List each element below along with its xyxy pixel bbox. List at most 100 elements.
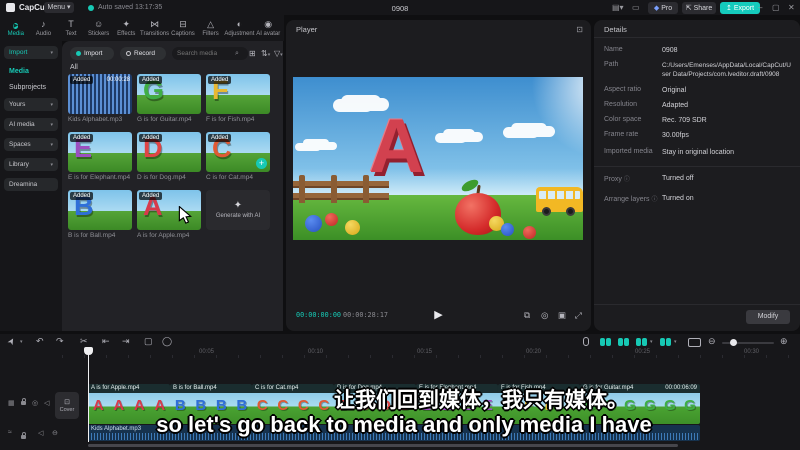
detail-label: Frame rate xyxy=(604,131,639,138)
maximize-button[interactable]: ▢ xyxy=(772,3,780,12)
panel-layout-icon[interactable]: ▭ xyxy=(632,3,640,12)
search-input[interactable] xyxy=(177,50,235,57)
tab-ai-avatar[interactable]: ◉ AI avatar xyxy=(254,19,282,37)
media-item-audio[interactable]: Added 00:00:28 Kids Alphabet.mp3 xyxy=(68,74,132,123)
share-icon: ⇱ xyxy=(685,5,692,12)
tab-captions[interactable]: ⊟ Captions xyxy=(169,19,197,37)
hide-track-icon[interactable]: ◎ xyxy=(32,399,38,407)
link-toggle-icon[interactable] xyxy=(600,338,611,346)
tab-media[interactable]: ▶ Media xyxy=(2,19,30,37)
sidebar-item-import[interactable]: Import ▾ xyxy=(4,46,58,59)
delete-icon[interactable]: ▢ xyxy=(144,336,153,347)
lock-track-icon[interactable] xyxy=(21,398,26,405)
keyframe-toggle-icon[interactable] xyxy=(660,338,671,346)
lock-track-icon[interactable] xyxy=(21,432,26,439)
share-button[interactable]: ⇱ Share xyxy=(682,2,716,14)
tab-filters[interactable]: △ Filters xyxy=(197,19,225,37)
generate-with-ai-tile[interactable]: ✦ Generate with AI xyxy=(206,190,270,230)
media-search[interactable]: ⌕ xyxy=(172,47,248,60)
media-item-d[interactable]: D Added D is for Dog.mp4 xyxy=(137,132,201,181)
cover-icon: ⊡ xyxy=(64,399,70,406)
media-item-b[interactable]: B Added B is for Ball.mp4 xyxy=(68,190,132,239)
close-button[interactable]: ✕ xyxy=(788,3,795,12)
mouse-cursor xyxy=(177,205,193,229)
audio-thumbnail: Added 00:00:28 xyxy=(68,74,132,114)
mute-track-icon[interactable]: ◁ xyxy=(44,399,49,407)
select-tool-icon[interactable]: ➤ xyxy=(5,335,18,347)
redo-icon[interactable]: ↷ xyxy=(56,336,64,347)
ball-yellow xyxy=(345,220,360,235)
magnet-toggle-icon[interactable] xyxy=(618,338,629,346)
video-thumbnail: C Added + xyxy=(206,132,270,172)
zoom-out-icon[interactable]: ⊖ xyxy=(708,336,716,347)
collapse-panel-icon[interactable]: ⊡ xyxy=(576,25,583,34)
media-item-c[interactable]: C Added + C is for Cat.mp4 xyxy=(206,132,270,181)
fullscreen-icon[interactable]: ⤢ xyxy=(575,310,582,321)
tab-transitions[interactable]: ⋈ Transitions xyxy=(140,19,169,37)
filter-all-label[interactable]: All xyxy=(70,64,78,71)
tab-stickers[interactable]: ☺ Stickers xyxy=(85,19,113,37)
tab-text[interactable]: T Text xyxy=(57,19,85,37)
sidebar-item-dreamina[interactable]: Dreamina xyxy=(4,178,58,191)
subtitle-english: so let's go back to media and only media… xyxy=(156,412,652,437)
added-badge: Added xyxy=(139,76,163,84)
export-button[interactable]: ↥ Export xyxy=(720,2,760,14)
sidebar-item-yours[interactable]: Yours ▾ xyxy=(4,98,58,111)
ratio-icon[interactable]: ▣ xyxy=(558,310,566,321)
media-item-e[interactable]: E Added E is for Elephant.mp4 xyxy=(68,132,132,181)
chevron-down-icon[interactable]: ▾ xyxy=(674,339,677,345)
mirror-preview-icon[interactable]: ⧉ xyxy=(524,310,530,321)
mic-icon[interactable] xyxy=(583,337,589,346)
media-item-f[interactable]: F Added F is for Fish.mp4 xyxy=(206,74,270,123)
pro-button[interactable]: ◆ Pro xyxy=(648,2,678,14)
video-preview[interactable]: A xyxy=(293,77,583,240)
split-icon[interactable]: ✂ xyxy=(80,336,88,347)
cloud xyxy=(511,123,547,134)
details-title: Details xyxy=(604,25,627,34)
tab-effects[interactable]: ✦ Effects xyxy=(112,19,140,37)
sidebar-item-spaces[interactable]: Spaces ▾ xyxy=(4,138,58,151)
horizontal-scrollbar[interactable] xyxy=(88,444,678,447)
tab-audio[interactable]: ♪ Audio xyxy=(30,19,58,37)
diamond-icon: ◆ xyxy=(653,5,660,12)
import-button[interactable]: Import xyxy=(70,47,114,60)
sidebar-item-ai-media[interactable]: AI media ▾ xyxy=(4,118,58,131)
focus-icon[interactable]: ◎ xyxy=(541,310,548,321)
clip-duration: 00:00:06:09 xyxy=(665,385,697,391)
collapse-track-icon[interactable]: ⊖ xyxy=(52,429,58,437)
grid-view-icon[interactable]: ⊞ xyxy=(249,49,256,58)
playhead-handle[interactable] xyxy=(84,347,93,355)
tab-adjustment[interactable]: ◐ Adjustment xyxy=(224,19,254,37)
cover-button[interactable]: ⊡ Cover xyxy=(55,392,79,419)
minimize-button[interactable]: – xyxy=(758,3,762,12)
sidebar-item-library[interactable]: Library ▾ xyxy=(4,158,58,171)
bus-wheel xyxy=(566,207,575,216)
sidebar-item-subprojects[interactable]: Subprojects xyxy=(9,84,46,91)
layout-toggle-icon[interactable]: ▤▾ xyxy=(612,3,624,12)
zoom-slider-handle[interactable] xyxy=(730,339,737,346)
add-to-timeline-button[interactable]: + xyxy=(256,158,267,169)
chevron-down-icon[interactable]: ▾ xyxy=(650,339,653,345)
undo-icon[interactable]: ↶ xyxy=(36,336,44,347)
autosave-status: Auto saved 13:17:35 xyxy=(98,4,163,11)
ai-sparkle-icon: ✦ xyxy=(233,200,243,211)
cloud xyxy=(303,139,329,147)
chevron-down-icon[interactable]: ▾ xyxy=(20,339,23,345)
audio-track-icon: ≈ xyxy=(8,429,12,436)
snap-toggle-icon[interactable] xyxy=(636,338,647,346)
detail-value: 0908 xyxy=(662,47,678,54)
sort-icon[interactable]: ⇅▾ xyxy=(261,49,270,58)
mute-track-icon[interactable]: ◁ xyxy=(38,429,43,437)
sidebar-item-media[interactable]: Media xyxy=(9,68,29,75)
record-button[interactable]: Record xyxy=(120,47,166,60)
crop-icon[interactable]: ◯ xyxy=(162,336,172,347)
filter-icon[interactable]: ▽▾ xyxy=(274,49,283,58)
modify-button[interactable]: Modify xyxy=(746,310,790,324)
preview-axis-icon[interactable] xyxy=(688,338,701,347)
media-item-g[interactable]: G Added G is for Guitar.mp4 xyxy=(137,74,201,123)
zoom-in-icon[interactable]: ⊕ xyxy=(780,336,788,347)
menu-button[interactable]: Menu ▾ xyxy=(44,2,74,13)
bus-windows xyxy=(539,191,580,199)
delete-right-icon[interactable]: ⇥ xyxy=(122,336,130,347)
delete-left-icon[interactable]: ⇤ xyxy=(102,336,110,347)
